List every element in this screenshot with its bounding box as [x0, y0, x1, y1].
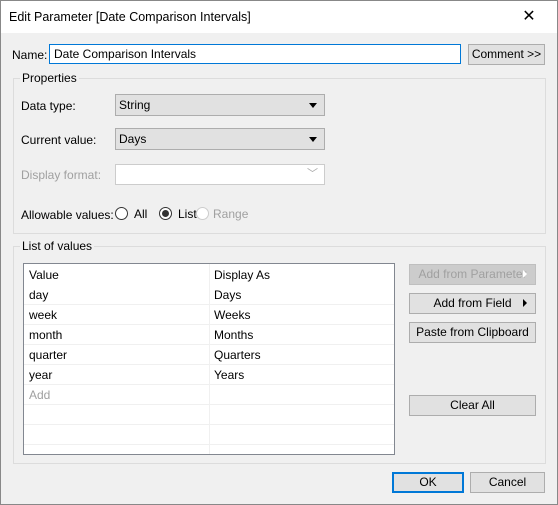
current-value-dropdown[interactable]: Days [115, 128, 325, 150]
properties-title: Properties [20, 71, 79, 85]
add-from-parameter-label: Add from Parameter [418, 267, 527, 281]
table-row[interactable]: week Weeks [24, 305, 394, 325]
cell-value[interactable]: week [29, 308, 57, 322]
table-row[interactable]: month Months [24, 325, 394, 345]
name-label: Name: [12, 48, 48, 62]
data-type-label: Data type: [21, 99, 76, 113]
cell-display-as[interactable]: Months [214, 328, 253, 342]
clear-all-button[interactable]: Clear All [409, 395, 536, 416]
ok-button[interactable]: OK [392, 472, 464, 493]
list-of-values-title: List of values [20, 239, 95, 253]
cell-value[interactable]: quarter [29, 348, 67, 362]
allowable-values-label: Allowable values: [21, 208, 114, 222]
name-input[interactable]: Date Comparison Intervals [49, 44, 461, 64]
dialog-title: Edit Parameter [Date Comparison Interval… [9, 10, 251, 24]
table-row[interactable]: day Days [24, 285, 394, 305]
add-placeholder[interactable]: Add [29, 388, 50, 402]
display-format-label: Display format: [21, 168, 102, 182]
dropdown-arrow-icon [309, 103, 317, 108]
comment-button[interactable]: Comment >> [468, 44, 545, 65]
table-row[interactable]: year Years [24, 365, 394, 385]
add-row[interactable]: Add [24, 385, 394, 405]
data-type-value: String [119, 98, 151, 112]
submenu-arrow-icon [523, 270, 527, 278]
values-table: Value Display As day Days week Weeks mon… [23, 263, 395, 455]
header-value: Value [29, 268, 59, 282]
data-type-dropdown[interactable]: String [115, 94, 325, 116]
submenu-arrow-icon [523, 299, 527, 307]
cell-value[interactable]: month [29, 328, 62, 342]
radio-all[interactable] [115, 207, 128, 220]
edit-parameter-dialog: Edit Parameter [Date Comparison Interval… [0, 0, 558, 505]
paste-from-clipboard-button[interactable]: Paste from Clipboard [409, 322, 536, 343]
radio-list-label: List [178, 207, 197, 221]
cell-value[interactable]: day [29, 288, 48, 302]
empty-row [24, 405, 394, 425]
chevron-down-icon: ﹀ [307, 168, 318, 180]
table-row[interactable]: quarter Quarters [24, 345, 394, 365]
header-display-as: Display As [214, 268, 271, 282]
cancel-button[interactable]: Cancel [470, 472, 545, 493]
table-header: Value Display As [24, 265, 394, 285]
cell-display-as[interactable]: Quarters [214, 348, 261, 362]
radio-all-label: All [134, 207, 148, 221]
add-from-field-button[interactable]: Add from Field [409, 293, 536, 314]
add-from-parameter-button[interactable]: Add from Parameter [409, 264, 536, 285]
radio-range-label: Range [213, 207, 249, 221]
current-value-value: Days [119, 132, 147, 146]
current-value-label: Current value: [21, 133, 97, 147]
radio-list[interactable] [159, 207, 172, 220]
cell-value[interactable]: year [29, 368, 52, 382]
add-from-field-label: Add from Field [433, 296, 512, 310]
close-icon[interactable]: ✕ [501, 1, 557, 33]
cell-display-as[interactable]: Weeks [214, 308, 250, 322]
cell-display-as[interactable]: Days [214, 288, 241, 302]
radio-range[interactable] [196, 207, 209, 220]
cell-display-as[interactable]: Years [214, 368, 244, 382]
empty-row [24, 425, 394, 445]
display-format-dropdown[interactable]: ﹀ [115, 164, 325, 185]
dropdown-arrow-icon [309, 137, 317, 142]
title-bar: Edit Parameter [Date Comparison Interval… [1, 1, 557, 33]
